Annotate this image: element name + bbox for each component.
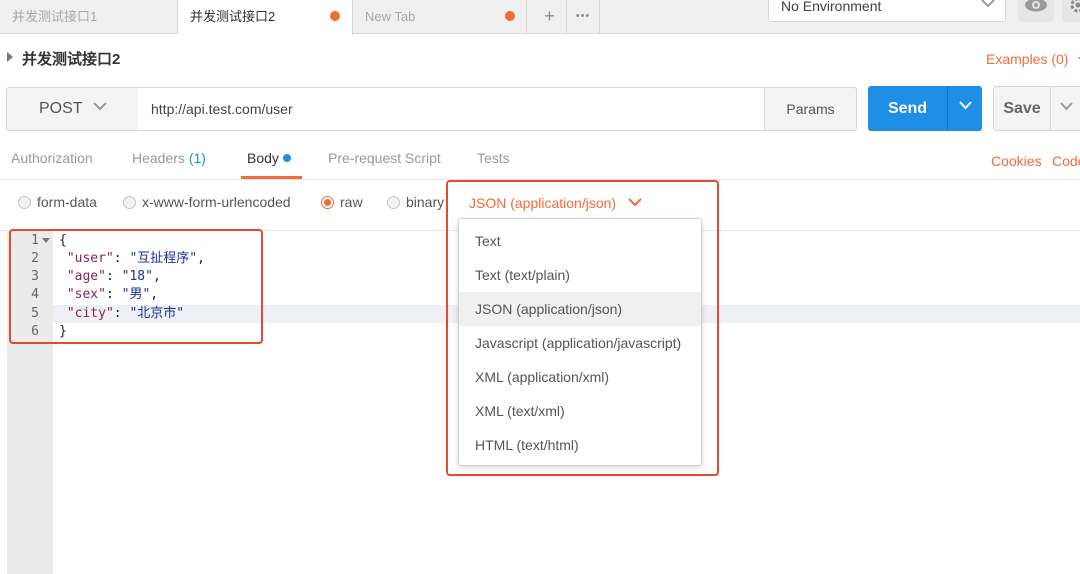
params-label: Params bbox=[786, 101, 835, 117]
environment-label: No Environment bbox=[781, 0, 882, 14]
chevron-down-icon bbox=[959, 101, 972, 110]
menu-item-json[interactable]: JSON (application/json) bbox=[459, 292, 701, 326]
radio-label: raw bbox=[340, 194, 363, 210]
code-link[interactable]: Code bbox=[1052, 153, 1080, 169]
save-options-button[interactable] bbox=[1050, 86, 1080, 131]
more-tabs-button[interactable]: ••• bbox=[567, 0, 600, 34]
gear-icon bbox=[1070, 0, 1080, 18]
radio-binary[interactable]: binary bbox=[387, 194, 444, 210]
radio-urlencoded[interactable]: x-www-form-urlencoded bbox=[123, 194, 291, 210]
radio-circle-icon bbox=[18, 196, 31, 209]
menu-item-text-plain[interactable]: Text (text/plain) bbox=[459, 258, 701, 292]
url-input[interactable] bbox=[138, 87, 765, 131]
add-tab-button[interactable]: + bbox=[533, 0, 567, 34]
save-button[interactable]: Save bbox=[993, 86, 1051, 131]
tab-body[interactable]: Body bbox=[247, 150, 291, 166]
tab-tests[interactable]: Tests bbox=[477, 150, 510, 166]
radio-selected-icon bbox=[321, 196, 334, 209]
tab-bar: 并发测试接口1 并发测试接口2 New Tab + ••• No Environ… bbox=[0, 0, 1080, 35]
body-indicator-dot-icon bbox=[282, 154, 291, 162]
tab-label: Headers bbox=[132, 150, 185, 166]
unsaved-dot-icon bbox=[330, 11, 340, 21]
environment-quick-look-button[interactable] bbox=[1018, 0, 1054, 22]
manage-environments-button[interactable] bbox=[1062, 0, 1080, 22]
more-icon: ••• bbox=[575, 10, 591, 22]
method-label: POST bbox=[39, 100, 83, 117]
radio-raw[interactable]: raw bbox=[321, 194, 363, 210]
tab-label: 并发测试接口1 bbox=[12, 9, 98, 24]
menu-item-text[interactable]: Text bbox=[459, 224, 701, 258]
examples-label: Examples (0) bbox=[986, 51, 1069, 67]
radio-form-data[interactable]: form-data bbox=[18, 194, 97, 210]
request-name: 并发测试接口2 bbox=[22, 51, 121, 68]
eye-icon bbox=[1024, 0, 1048, 17]
tab-label: 并发测试接口2 bbox=[190, 9, 276, 24]
save-label: Save bbox=[1003, 100, 1041, 117]
tab-request-1[interactable]: 并发测试接口1 bbox=[0, 0, 178, 34]
examples-dropdown[interactable]: Examples (0) bbox=[986, 49, 1080, 67]
unsaved-dot-icon bbox=[505, 11, 515, 21]
radio-label: form-data bbox=[37, 194, 97, 210]
radio-circle-icon bbox=[123, 196, 136, 209]
cookies-link[interactable]: Cookies bbox=[991, 153, 1042, 169]
headers-count-badge: (1) bbox=[188, 150, 206, 166]
tab-label: Authorization bbox=[11, 150, 93, 166]
send-label: Send bbox=[887, 100, 928, 117]
tab-headers[interactable]: Headers (1) bbox=[132, 150, 206, 166]
menu-item-xml-application[interactable]: XML (application/xml) bbox=[459, 360, 701, 394]
chevron-down-icon bbox=[93, 102, 107, 111]
content-type-menu: Text Text (text/plain) JSON (application… bbox=[458, 218, 702, 466]
radio-label: x-www-form-urlencoded bbox=[142, 194, 291, 210]
chevron-down-icon bbox=[981, 0, 995, 8]
tab-authorization[interactable]: Authorization bbox=[11, 150, 93, 166]
plus-icon: + bbox=[544, 6, 555, 26]
tab-label: New Tab bbox=[365, 9, 416, 24]
menu-item-xml-text[interactable]: XML (text/xml) bbox=[459, 394, 701, 428]
environment-select[interactable]: No Environment bbox=[768, 0, 1006, 22]
chevron-down-icon bbox=[1060, 102, 1073, 111]
tab-request-2[interactable]: 并发测试接口2 bbox=[178, 0, 353, 35]
menu-item-html[interactable]: HTML (text/html) bbox=[459, 428, 701, 462]
tab-new-tab[interactable]: New Tab bbox=[353, 0, 527, 34]
tab-label: Tests bbox=[477, 150, 510, 166]
tab-label: Pre-request Script bbox=[328, 150, 441, 166]
radio-circle-icon bbox=[387, 196, 400, 209]
send-button[interactable]: Send bbox=[868, 86, 947, 131]
menu-item-javascript[interactable]: Javascript (application/javascript) bbox=[459, 326, 701, 360]
tab-label: Body bbox=[247, 150, 279, 166]
send-options-button[interactable] bbox=[947, 86, 982, 131]
radio-label: binary bbox=[406, 194, 445, 210]
collapse-caret-icon[interactable] bbox=[7, 52, 13, 62]
tab-pre-request-script[interactable]: Pre-request Script bbox=[328, 150, 441, 166]
annotation-box-code bbox=[9, 229, 263, 344]
params-button[interactable]: Params bbox=[764, 87, 857, 131]
method-select[interactable]: POST bbox=[6, 87, 139, 131]
